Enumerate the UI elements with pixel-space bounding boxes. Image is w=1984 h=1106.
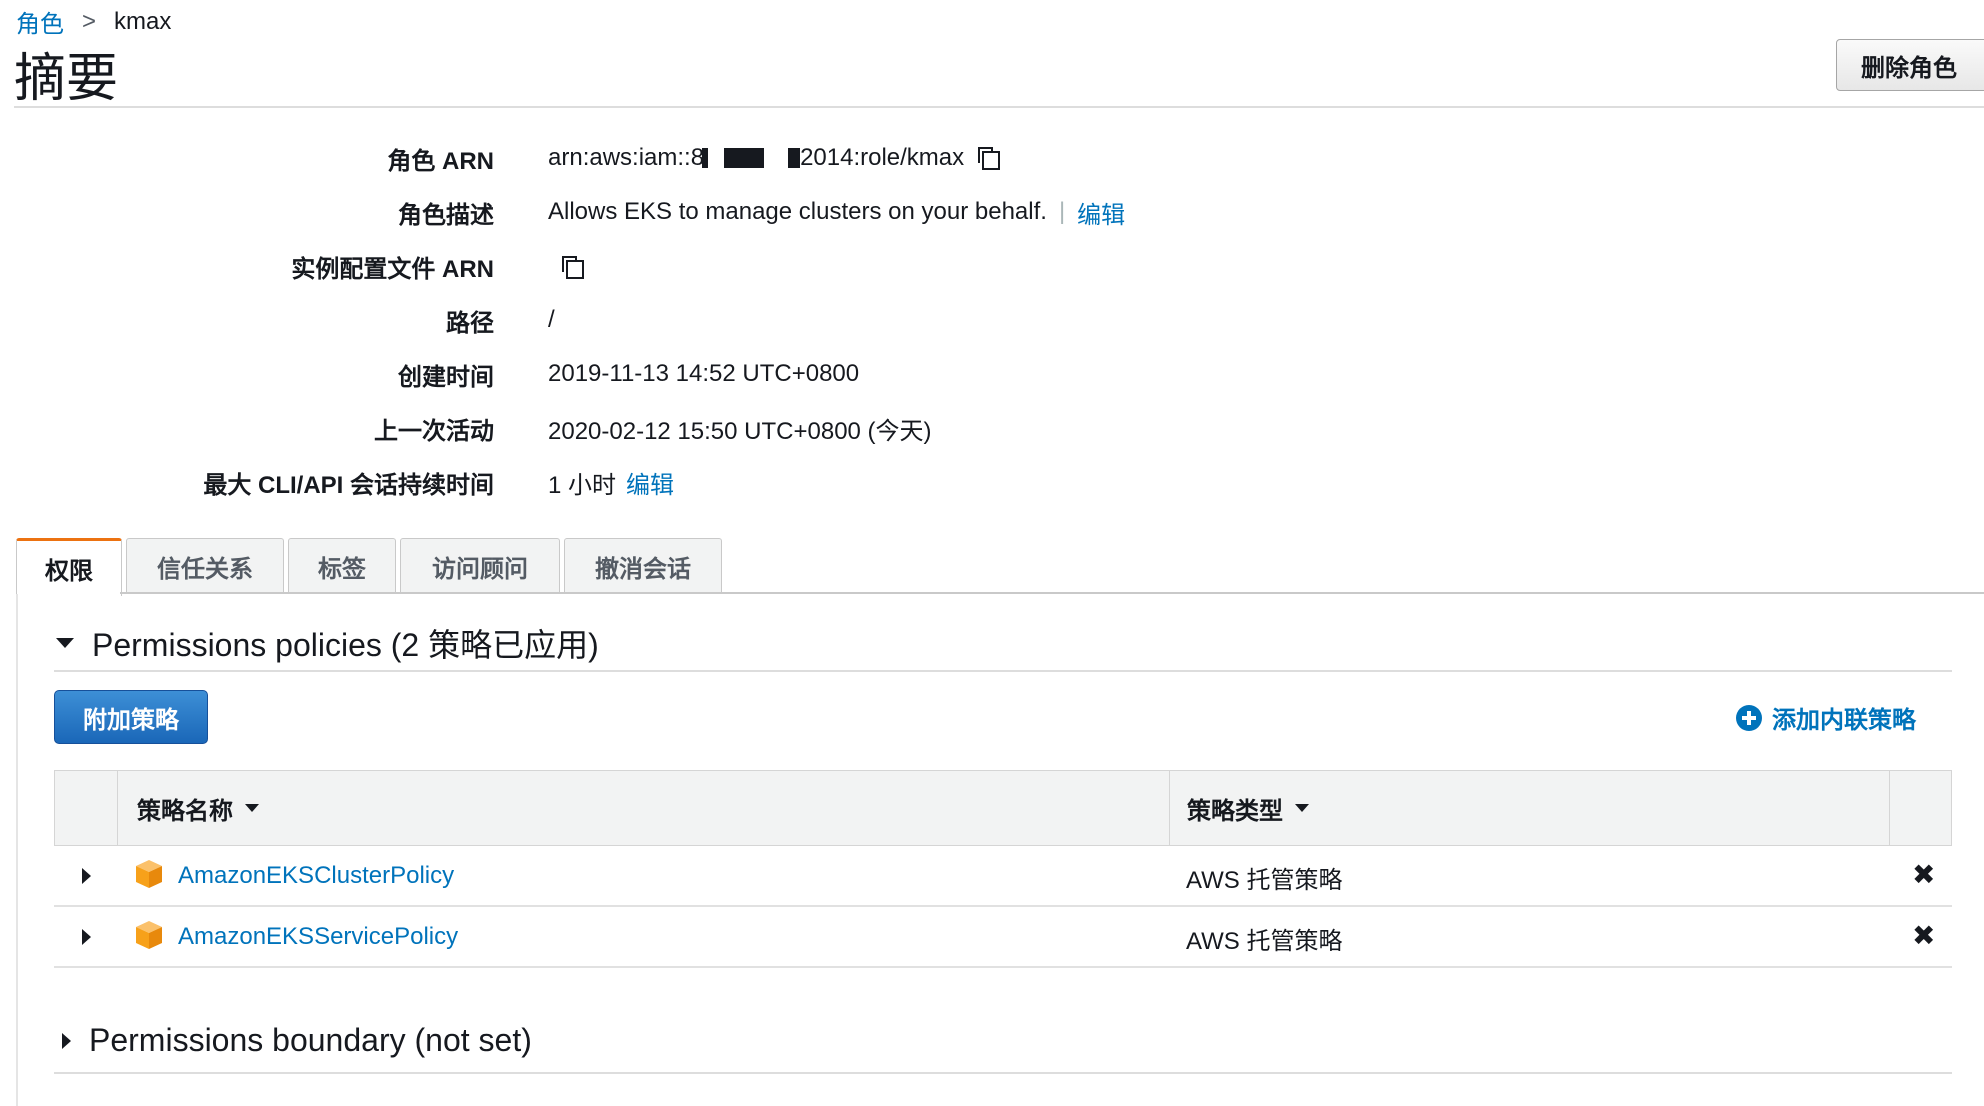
max-session-label: 最大 CLI/API 会话持续时间: [203, 471, 494, 499]
edit-max-session-link[interactable]: 编辑: [626, 465, 674, 500]
breadcrumb-separator: >: [82, 7, 97, 35]
copy-icon[interactable]: [974, 143, 1004, 173]
instance-profile-value: [558, 252, 588, 282]
column-separator: [1889, 771, 1890, 845]
permissions-boundary-title: Permissions boundary (not set): [89, 1022, 532, 1058]
role-description-value: Allows EKS to manage clusters on your be…: [548, 195, 1125, 230]
summary-row-last-activity: 上一次活动 2020-02-12 15:50 UTC+0800 (今天): [0, 408, 1984, 448]
role-arn-value: arn:aws:iam::8 2014:role/kmax: [548, 143, 1004, 173]
redaction-mark: [788, 148, 801, 168]
column-policy-name-label: 策略名称: [137, 797, 233, 825]
table-header: 策略名称 策略类型: [54, 770, 1952, 846]
add-inline-policy-label: 添加内联策略: [1772, 707, 1916, 734]
summary-row-role-description: 角色描述 Allows EKS to manage clusters on yo…: [0, 192, 1984, 232]
path-label: 路径: [446, 309, 494, 337]
table-row: AmazonEKSClusterPolicy AWS 托管策略 ✖: [54, 846, 1952, 907]
column-policy-type-label: 策略类型: [1187, 797, 1283, 825]
sort-caret-icon: [245, 804, 259, 812]
redaction-mark: [724, 148, 765, 168]
caret-right-icon: [62, 1032, 71, 1049]
role-description-text: Allows EKS to manage clusters on your be…: [548, 198, 1047, 225]
tab-permissions[interactable]: 权限: [16, 538, 122, 596]
policy-type: AWS 托管策略: [1186, 867, 1343, 894]
tab-revoke-sessions[interactable]: 撤消会话: [564, 538, 722, 594]
policy-name-link[interactable]: AmazonEKSServicePolicy: [178, 923, 458, 951]
policy-type: AWS 托管策略: [1186, 928, 1343, 955]
breadcrumb-roles-link[interactable]: 角色: [16, 4, 64, 39]
tab-baseline: [120, 592, 1984, 594]
permissions-policies-title: Permissions policies (2 策略已应用): [92, 627, 599, 663]
summary-row-role-arn: 角色 ARN arn:aws:iam::8 2014:role/kmax: [0, 138, 1984, 178]
role-description-label: 角色描述: [398, 201, 494, 229]
delete-role-button[interactable]: 删除角色: [1836, 39, 1984, 91]
section-divider: [54, 1072, 1952, 1074]
role-arn-suffix: 2014:role/kmax: [800, 144, 965, 171]
breadcrumb-current: kmax: [114, 7, 172, 35]
role-arn-prefix: arn:aws:iam::8: [548, 144, 705, 171]
permissions-policies-header[interactable]: Permissions policies (2 策略已应用): [56, 620, 599, 666]
max-session-text: 1 小时: [548, 471, 617, 499]
role-arn-label: 角色 ARN: [387, 147, 494, 175]
attach-policy-button[interactable]: 附加策略: [54, 690, 208, 744]
max-session-value: 1 小时 编辑: [548, 465, 674, 500]
title-divider: [14, 106, 1984, 108]
aws-managed-policy-box-icon: [136, 921, 162, 949]
edit-description-link[interactable]: 编辑: [1077, 195, 1125, 230]
plus-circle-icon: [1736, 704, 1762, 731]
column-policy-name[interactable]: 策略名称: [137, 771, 259, 845]
tab-tags[interactable]: 标签: [288, 538, 396, 594]
summary-row-instance-profile: 实例配置文件 ARN: [0, 246, 1984, 286]
close-icon[interactable]: ✖: [1912, 858, 1935, 891]
pipe-divider: |: [1058, 198, 1066, 225]
creation-time-label: 创建时间: [398, 363, 494, 391]
last-activity-label: 上一次活动: [374, 417, 494, 445]
policy-table: 策略名称 策略类型 AmazonEKSClusterPolicy AWS 托管策…: [54, 770, 1952, 968]
column-separator: [117, 771, 118, 845]
path-value: /: [548, 306, 555, 333]
summary-row-max-session: 最大 CLI/API 会话持续时间 1 小时 编辑: [0, 462, 1984, 502]
role-tabs: 权限 信任关系 标签 访问顾问 撤消会话: [16, 538, 722, 596]
column-policy-type[interactable]: 策略类型: [1187, 771, 1309, 845]
summary-row-path: 路径 /: [0, 300, 1984, 340]
breadcrumb: 角色 > kmax: [16, 4, 171, 39]
tab-panel-border: [16, 594, 18, 1106]
summary-row-creation-time: 创建时间 2019-11-13 14:52 UTC+0800: [0, 354, 1984, 394]
expand-row-icon[interactable]: [82, 868, 91, 884]
column-separator: [1169, 771, 1170, 845]
instance-profile-label: 实例配置文件 ARN: [291, 255, 494, 283]
table-row: AmazonEKSServicePolicy AWS 托管策略 ✖: [54, 907, 1952, 968]
creation-time-value: 2019-11-13 14:52 UTC+0800: [548, 360, 860, 387]
permissions-boundary-header[interactable]: Permissions boundary (not set): [62, 1022, 532, 1059]
expand-row-icon[interactable]: [82, 929, 91, 945]
close-icon[interactable]: ✖: [1912, 919, 1935, 952]
tab-access-advisor[interactable]: 访问顾问: [400, 538, 560, 594]
section-divider: [54, 670, 1952, 672]
policy-name-link[interactable]: AmazonEKSClusterPolicy: [178, 862, 454, 890]
aws-managed-policy-box-icon: [136, 860, 162, 888]
caret-down-icon: [56, 638, 74, 648]
sort-caret-icon: [1295, 804, 1309, 812]
redaction-mark: [702, 148, 709, 168]
copy-icon[interactable]: [558, 252, 588, 282]
add-inline-policy-link[interactable]: 添加内联策略: [1736, 700, 1916, 735]
page-title: 摘要: [14, 50, 119, 108]
last-activity-value: 2020-02-12 15:50 UTC+0800 (今天): [548, 417, 932, 445]
tab-trust-relationships[interactable]: 信任关系: [126, 538, 284, 594]
